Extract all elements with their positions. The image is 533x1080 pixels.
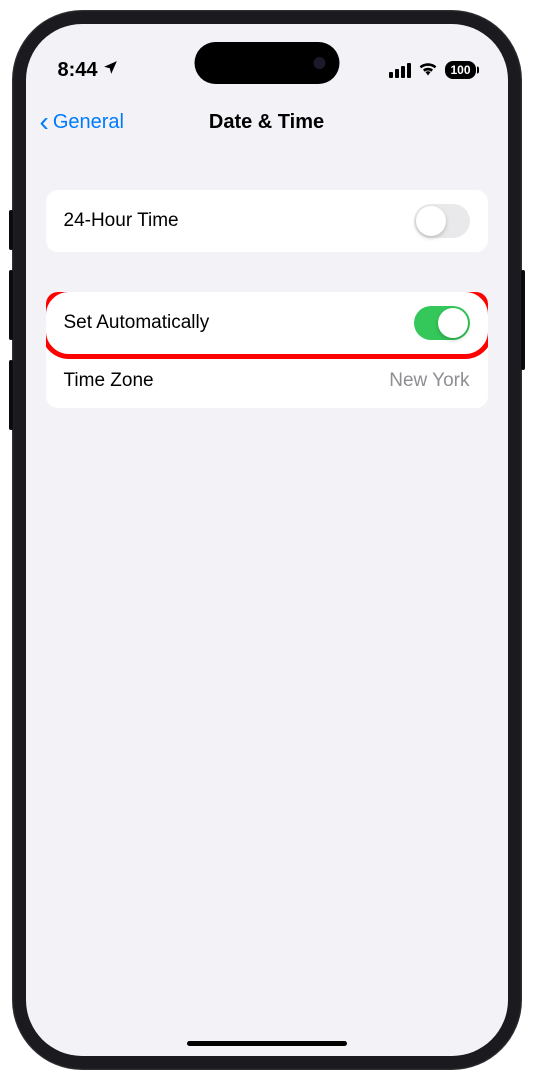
- content: 24-Hour Time Set Automatically Time Zone…: [26, 150, 508, 408]
- status-time: 8:44: [58, 59, 119, 82]
- back-label: General: [53, 111, 124, 134]
- screen: 8:44 100: [26, 24, 508, 1056]
- setting-time-zone[interactable]: Time Zone New York: [46, 354, 488, 408]
- time-zone-value: New York: [389, 370, 469, 392]
- battery-level: 100: [450, 63, 470, 77]
- setting-set-automatically[interactable]: Set Automatically: [46, 292, 488, 359]
- settings-group-1: 24-Hour Time: [46, 190, 488, 252]
- setting-label: Time Zone: [64, 370, 154, 392]
- chevron-left-icon: ‹: [40, 108, 49, 136]
- battery-icon: 100: [445, 61, 475, 79]
- clock-time: 8:44: [58, 59, 98, 82]
- cellular-signal-icon: [389, 63, 411, 78]
- location-icon: [102, 59, 119, 82]
- dynamic-island: [194, 42, 339, 84]
- toggle-24-hour-time[interactable]: [414, 204, 470, 238]
- setting-label: 24-Hour Time: [64, 210, 179, 232]
- phone-frame: 8:44 100: [12, 10, 522, 1070]
- status-indicators: 100: [389, 60, 475, 81]
- nav-bar: ‹ General Date & Time: [26, 94, 508, 150]
- settings-group-2: Set Automatically Time Zone New York: [46, 292, 488, 408]
- home-indicator[interactable]: [187, 1041, 347, 1046]
- setting-label: Set Automatically: [64, 312, 210, 334]
- back-button[interactable]: ‹ General: [40, 108, 124, 136]
- wifi-icon: [418, 60, 438, 81]
- setting-24-hour-time[interactable]: 24-Hour Time: [46, 190, 488, 252]
- toggle-set-automatically[interactable]: [414, 306, 470, 340]
- page-title: Date & Time: [209, 111, 324, 134]
